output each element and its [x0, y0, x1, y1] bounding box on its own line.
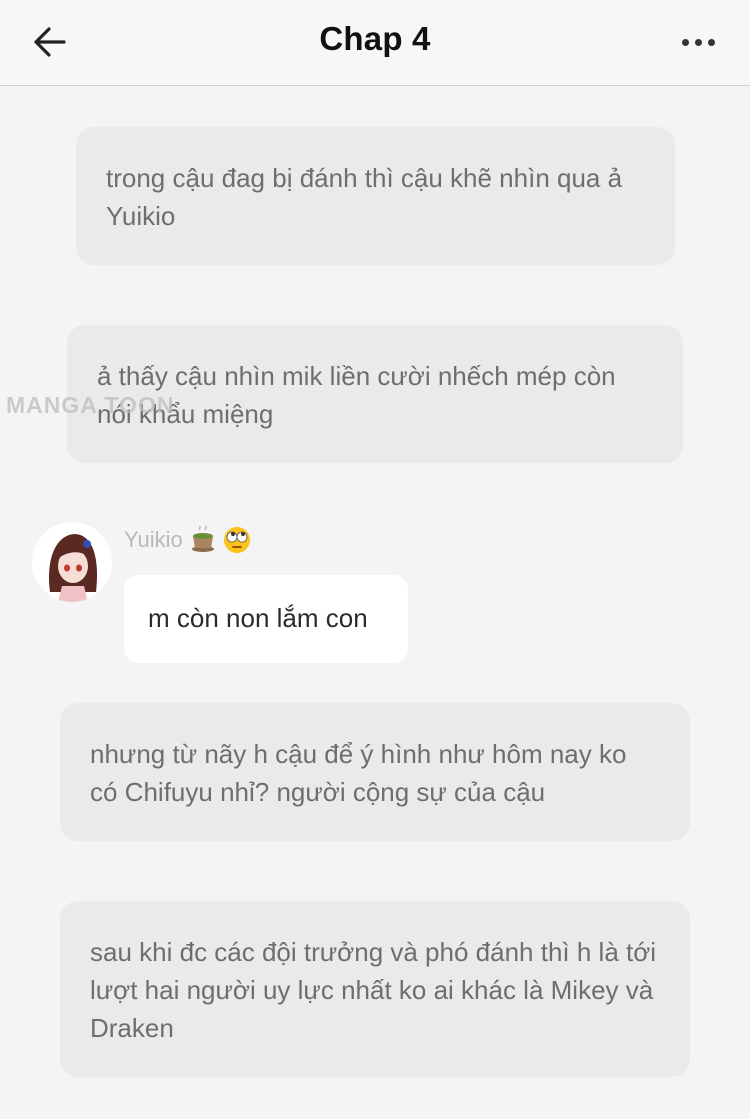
character-name-row: Yuikio — [124, 526, 251, 554]
narration-text: ả thấy cậu nhìn mik liền cười nhếch mép … — [97, 361, 616, 429]
more-horizontal-icon — [681, 38, 689, 46]
narration-bubble: trong cậu đag bị đánh thì cậu khẽ nhìn q… — [76, 127, 675, 265]
character-name: Yuikio — [124, 527, 183, 552]
rolling-eyes-icon — [223, 527, 250, 553]
watermark: MANGA TOON — [6, 392, 175, 418]
speech-text: m còn non lắm con — [148, 603, 368, 633]
narration-text: trong cậu đag bị đánh thì cậu khẽ nhìn q… — [106, 163, 623, 231]
narration-bubble: sau khi đc các đội trưởng và phó đánh th… — [60, 901, 690, 1077]
narration-text: nhưng từ nãy h cậu để ý hình như hôm nay… — [90, 739, 627, 807]
more-options-button[interactable] — [674, 26, 722, 58]
dot — [694, 38, 702, 46]
speech-bubble: m còn non lắm con — [124, 575, 408, 663]
top-bar: Chap 4 — [0, 0, 750, 86]
narration-text: sau khi đc các đội trưởng và phó đánh th… — [90, 937, 657, 1043]
page-title: Chap 4 — [319, 20, 431, 57]
avatar-image — [32, 522, 112, 602]
tea-icon — [191, 526, 214, 552]
narration-bubble: nhưng từ nãy h cậu để ý hình như hôm nay… — [60, 703, 690, 841]
dot — [707, 38, 715, 46]
avatar[interactable] — [32, 522, 112, 602]
